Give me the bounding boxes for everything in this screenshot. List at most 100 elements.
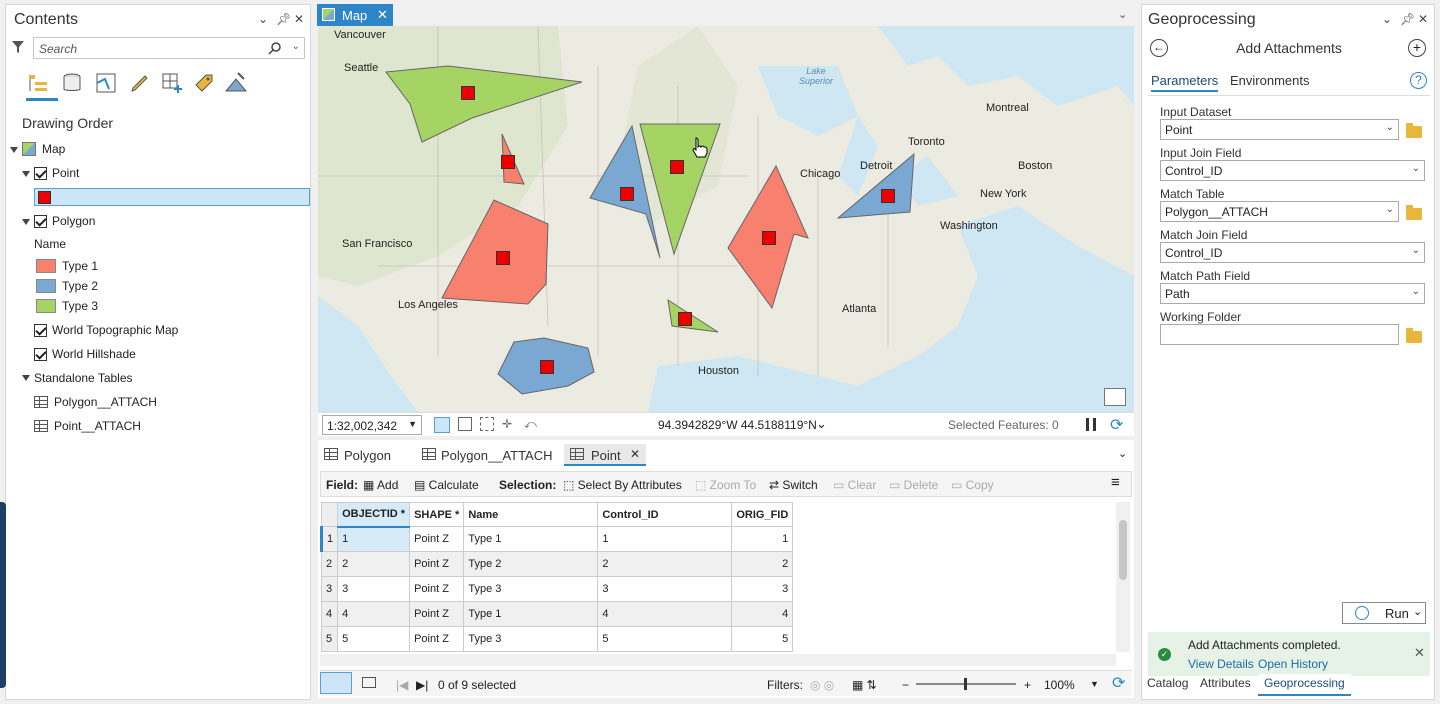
calculate-button[interactable]: ▤ Calculate <box>414 478 479 492</box>
working-folder-field[interactable] <box>1160 324 1399 345</box>
expand-standalone-icon[interactable] <box>22 375 30 381</box>
first-record-icon[interactable]: |◀ <box>396 678 408 692</box>
cell-orig-fid[interactable]: 1 <box>731 526 794 552</box>
clear-button[interactable]: ▭ Clear <box>833 478 876 492</box>
cell-name[interactable]: Type 3 <box>463 626 599 652</box>
column-header-objectid[interactable]: OBJECTID * <box>337 502 411 528</box>
point-feature[interactable] <box>496 251 510 265</box>
cell-objectid[interactable]: 5 <box>337 626 411 652</box>
scrollbar-thumb[interactable] <box>1119 520 1127 580</box>
toc-table-polygon-attach[interactable]: Polygon__ATTACH <box>54 395 157 409</box>
cell-shape[interactable]: Point Z <box>409 626 465 652</box>
vertical-scrollbar[interactable] <box>1116 502 1130 652</box>
delete-button[interactable]: ▭ Delete <box>889 478 938 492</box>
zoom-dropdown-icon[interactable]: ▼ <box>1090 679 1099 689</box>
close-tab-icon[interactable]: ✕ <box>377 7 388 23</box>
zoom-in-icon[interactable]: + <box>1024 678 1031 692</box>
filter-icon[interactable] <box>12 41 24 53</box>
standalone-tables-heading[interactable]: Standalone Tables <box>34 371 133 385</box>
cell-shape[interactable]: Point Z <box>409 551 465 577</box>
match-join-field[interactable]: Control_ID ⌄ <box>1160 242 1425 263</box>
cell-control-id[interactable]: 2 <box>597 551 733 577</box>
zoom-slider-thumb[interactable] <box>964 678 967 690</box>
input-dataset-field[interactable]: Point ⌄ <box>1160 119 1399 140</box>
column-header-orig-fid[interactable]: ORIG_FID <box>731 502 794 527</box>
crosshair-icon[interactable]: ✛ <box>502 417 516 431</box>
zoom-slider[interactable] <box>916 678 1016 690</box>
column-header-control-id[interactable]: Control_ID <box>597 502 733 527</box>
run-dropdown-icon[interactable]: ⌄ <box>1413 605 1422 618</box>
search-input[interactable]: Search ⌄ <box>33 37 305 59</box>
cell-name[interactable]: Type 3 <box>463 576 599 602</box>
cell-objectid[interactable]: 1 <box>337 526 411 552</box>
match-table-field[interactable]: Polygon__ATTACH ⌄ <box>1160 201 1399 222</box>
point-feature[interactable] <box>678 312 692 326</box>
point-feature[interactable] <box>501 155 515 169</box>
type3-swatch[interactable] <box>36 299 56 313</box>
expand-polygon-icon[interactable] <box>22 219 30 225</box>
close-icon[interactable]: ✕ <box>294 12 304 26</box>
open-history-link[interactable]: Open History <box>1258 657 1328 671</box>
filter-table-icon[interactable]: ▦ ⇅ <box>852 678 877 692</box>
refresh-icon[interactable]: ⟳ <box>1112 673 1125 693</box>
basemap-gallery-icon[interactable] <box>1104 388 1126 406</box>
row-number[interactable]: 2 <box>320 551 339 577</box>
list-by-selection-icon[interactable] <box>94 71 118 95</box>
row-number[interactable]: 3 <box>320 576 339 602</box>
point-feature[interactable] <box>881 189 895 203</box>
list-by-snapping-icon[interactable] <box>160 71 184 95</box>
match-path-field[interactable]: Path ⌄ <box>1160 283 1425 304</box>
point-feature[interactable] <box>620 187 634 201</box>
add-icon[interactable]: + <box>1408 39 1426 57</box>
pane-menu-icon[interactable]: ⌄ <box>1382 12 1392 26</box>
browse-folder-icon[interactable] <box>1406 328 1422 343</box>
list-by-editing-icon[interactable] <box>128 71 152 95</box>
tab-map[interactable]: Map ✕ <box>317 4 393 26</box>
cell-shape[interactable]: Point Z <box>409 601 465 627</box>
input-join-field[interactable]: Control_ID ⌄ <box>1160 160 1425 181</box>
point-symbol-row[interactable] <box>34 188 310 206</box>
select-by-attributes-button[interactable]: ⬚ Select By Attributes <box>563 478 682 492</box>
list-by-perspective-icon[interactable] <box>224 71 248 95</box>
switch-button[interactable]: ⇄ Switch <box>769 478 818 492</box>
filter-extent-icon[interactable]: ◎ ◎ <box>810 678 834 692</box>
cell-orig-fid[interactable]: 4 <box>731 601 794 627</box>
add-field-button[interactable]: ▦ Add <box>363 478 398 492</box>
point-feature[interactable] <box>461 86 475 100</box>
zoom-out-icon[interactable]: − <box>902 678 909 692</box>
cell-objectid[interactable]: 4 <box>337 601 411 627</box>
table-row[interactable]: 2 2 Point Z Type 2 2 2 <box>320 551 794 577</box>
point-feature[interactable] <box>762 231 776 245</box>
row-number[interactable]: 4 <box>320 601 339 627</box>
hillshade-visibility-checkbox[interactable] <box>34 348 47 361</box>
search-dropdown-icon[interactable]: ⌄ <box>292 41 300 52</box>
toc-basemap-hillshade[interactable]: World Hillshade <box>52 347 136 361</box>
search-icon[interactable] <box>268 41 282 58</box>
dismiss-icon[interactable]: ✕ <box>1414 645 1425 661</box>
row-number[interactable]: 1 <box>319 526 339 552</box>
expand-map-icon[interactable] <box>10 147 18 153</box>
point-feature[interactable] <box>540 360 554 374</box>
toc-table-point-attach[interactable]: Point__ATTACH <box>54 419 141 433</box>
help-icon[interactable]: ? <box>1410 72 1427 89</box>
cell-orig-fid[interactable]: 2 <box>731 551 794 577</box>
cell-shape[interactable]: Point Z <box>409 526 465 552</box>
show-all-records-icon[interactable] <box>320 672 352 694</box>
point-visibility-checkbox[interactable] <box>34 167 47 180</box>
rotation-icon[interactable]: ⤺ <box>524 417 538 431</box>
column-header-name[interactable]: Name <box>463 502 599 527</box>
polygon-layer[interactable] <box>318 26 1134 412</box>
table-menu-icon[interactable]: ≡ <box>1111 474 1120 491</box>
cell-orig-fid[interactable]: 3 <box>731 576 794 602</box>
toc-map[interactable]: Map <box>42 142 65 156</box>
list-by-source-icon[interactable] <box>60 71 84 95</box>
type1-swatch[interactable] <box>36 259 56 273</box>
pane-menu-icon[interactable]: ⌄ <box>258 12 268 26</box>
close-icon[interactable]: ✕ <box>1418 12 1428 26</box>
cell-shape[interactable]: Point Z <box>409 576 465 602</box>
cell-orig-fid[interactable]: 5 <box>731 626 794 652</box>
cell-control-id[interactable]: 5 <box>597 626 733 652</box>
copy-button[interactable]: ▭ Copy <box>951 478 994 492</box>
table-row[interactable]: 1 1 Point Z Type 1 1 1 <box>319 526 794 552</box>
cell-control-id[interactable]: 4 <box>597 601 733 627</box>
